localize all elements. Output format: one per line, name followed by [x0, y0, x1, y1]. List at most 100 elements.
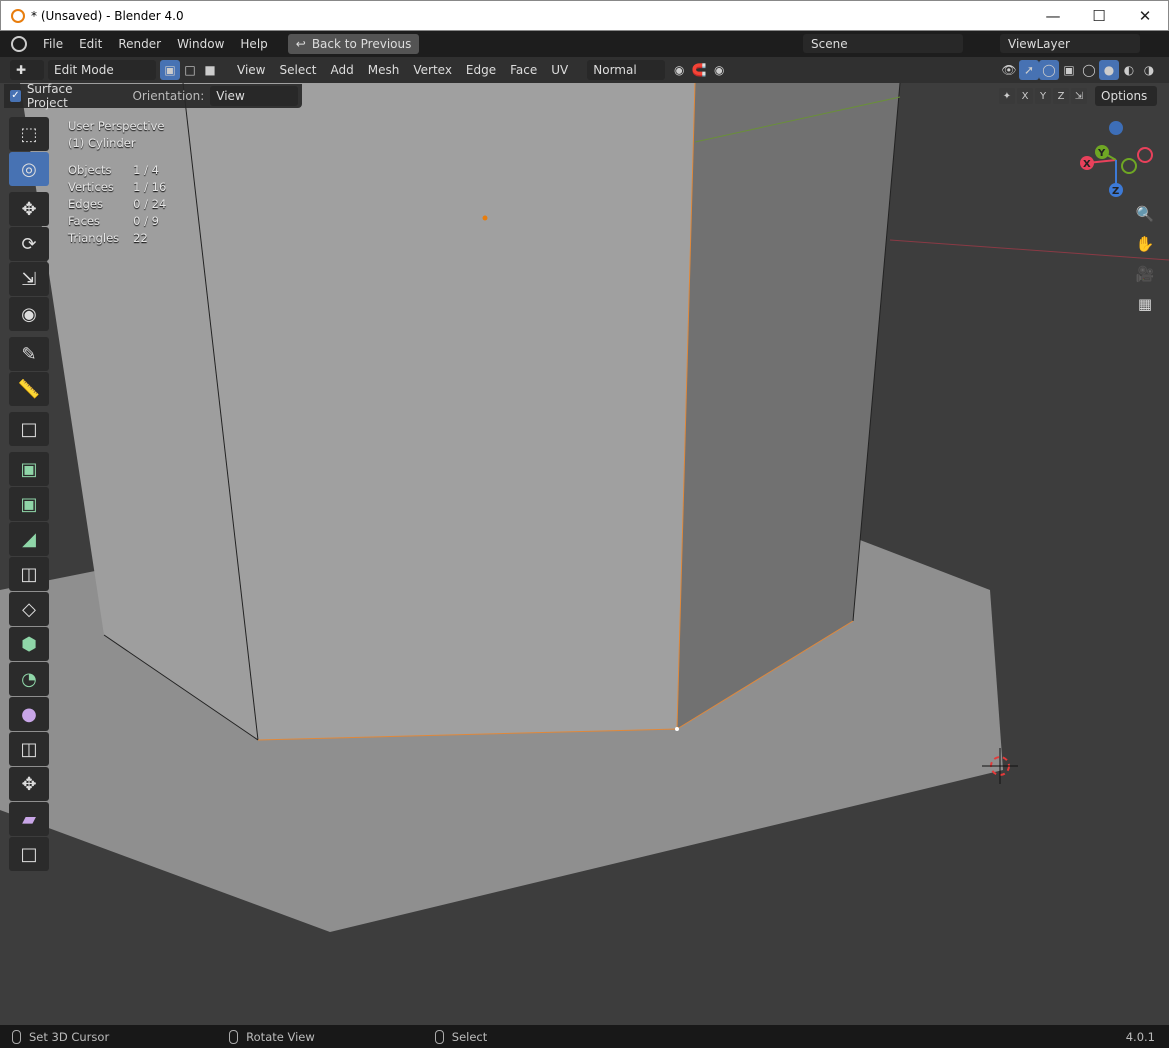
menu-add[interactable]: Add [324, 63, 361, 77]
orientation-dropdown[interactable]: View [210, 86, 298, 106]
navigation-gizmo[interactable]: X Y Z 🔍 ✋ 🎥 ▦ [1059, 117, 1169, 327]
transform-tool[interactable]: ◉ [9, 297, 49, 331]
gizmo-z-label: Z [1112, 186, 1119, 197]
transform-orientation-dropdown[interactable]: Normal [587, 60, 666, 80]
menu-mesh[interactable]: Mesh [361, 63, 407, 77]
edge-select-icon[interactable]: □ [180, 60, 200, 80]
shear-icon: ▰ [22, 808, 36, 830]
edge-slide-tool[interactable]: ◫ [9, 732, 49, 766]
move-icon: ✥ [21, 198, 37, 220]
edge-slide-icon: ◫ [20, 738, 38, 760]
inset-icon: ▣ [20, 493, 38, 515]
knife-tool[interactable]: ◇ [9, 592, 49, 626]
inset-tool[interactable]: ▣ [9, 487, 49, 521]
menu-vertex[interactable]: Vertex [406, 63, 459, 77]
menu-help[interactable]: Help [232, 37, 275, 51]
axis-x-toggle[interactable]: X [1017, 88, 1033, 104]
scene-selector[interactable]: Scene [803, 34, 963, 53]
shrink-fatten-tool[interactable]: ✥ [9, 767, 49, 801]
viewport-right-options: ✦ X Y Z ⇲ Options [999, 86, 1161, 106]
menu-render[interactable]: Render [110, 37, 169, 51]
annotate-icon: ✎ [21, 343, 37, 365]
material-shading-icon[interactable]: ◐ [1119, 60, 1139, 80]
surface-project-label: Surface Project [26, 82, 73, 110]
move-tool[interactable]: ✥ [9, 192, 49, 226]
view-layer-selector[interactable]: ViewLayer [1000, 34, 1140, 53]
axis-gizmo-icon[interactable]: X Y Z [1059, 117, 1169, 207]
origin-dot [482, 215, 488, 221]
auto-merge-icon[interactable]: ⇲ [1071, 88, 1087, 104]
status-set-cursor: Set 3D Cursor [29, 1029, 110, 1044]
add-cube-tool[interactable]: □ [9, 412, 49, 446]
menu-window[interactable]: Window [169, 37, 232, 51]
smooth-icon: ● [21, 703, 37, 725]
active-object-label: (1) Cylinder [68, 136, 136, 150]
viewport-info-overlay: User Perspective (1) Cylinder Objects 1 /… [68, 118, 180, 247]
poly-build-tool[interactable]: ⬢ [9, 627, 49, 661]
status-rotate-view: Rotate View [246, 1029, 315, 1044]
menu-edge[interactable]: Edge [459, 63, 503, 77]
status-select: Select [451, 1029, 488, 1044]
snap-icon[interactable]: 🧲 [689, 60, 709, 80]
perspective-grid-icon[interactable]: ▦ [1133, 292, 1157, 316]
minimize-button[interactable]: — [1030, 1, 1076, 31]
gizmo-y-label: Y [1097, 148, 1106, 159]
rendered-shading-icon[interactable]: ◑ [1139, 60, 1159, 80]
tool-options-bar: ✓ Surface Project Orientation: View [4, 82, 302, 110]
menu-file[interactable]: File [35, 37, 71, 51]
solid-shading-icon[interactable]: ● [1099, 60, 1119, 80]
stat-row: Edges 0 / 24 [68, 197, 167, 211]
pan-hand-icon[interactable]: ✋ [1133, 232, 1157, 256]
tool-bar: ⬚ ◎ ✥ ⟳ ⇲ ◉ ✎ 📏 □ ▣ ▣ ◢ ◫ ◇ ⬢ ◔ ● ◫ ✥ ▰ … [9, 117, 51, 872]
blender-menu-icon[interactable] [11, 36, 27, 52]
stat-row: Faces 0 / 9 [68, 214, 159, 228]
perspective-label: User Perspective [68, 119, 165, 133]
gizmo-icon[interactable]: ➚ [1019, 60, 1039, 80]
bevel-tool[interactable]: ◢ [9, 522, 49, 556]
shear-tool[interactable]: ▰ [9, 802, 49, 836]
maximize-button[interactable]: ☐ [1076, 1, 1122, 31]
surface-project-checkbox[interactable]: ✓ [10, 90, 21, 102]
pivot-icon[interactable]: ◉ [669, 60, 689, 80]
vertex-select-icon[interactable]: ▣ [160, 60, 180, 80]
wireframe-shading-icon[interactable]: ◯ [1079, 60, 1099, 80]
back-to-previous-button[interactable]: ↩ Back to Previous [287, 34, 420, 54]
close-button[interactable]: ✕ [1122, 1, 1168, 31]
face-select-icon[interactable]: ■ [200, 60, 220, 80]
knife-icon: ◇ [22, 598, 36, 620]
select-box-tool[interactable]: ⬚ [9, 117, 49, 151]
scale-tool[interactable]: ⇲ [9, 262, 49, 296]
camera-icon[interactable]: 🎥 [1133, 262, 1157, 286]
axis-z-toggle[interactable]: Z [1053, 88, 1069, 104]
version-label: 4.0.1 [1125, 1029, 1155, 1044]
smooth-tool[interactable]: ● [9, 697, 49, 731]
annotate-tool[interactable]: ✎ [9, 337, 49, 371]
overlay-icon[interactable]: ◯ [1039, 60, 1059, 80]
cursor-tool[interactable]: ◎ [9, 152, 49, 186]
menu-select[interactable]: Select [272, 63, 323, 77]
menu-view[interactable]: View [230, 63, 272, 77]
rotate-tool[interactable]: ⟳ [9, 227, 49, 261]
menu-face[interactable]: Face [503, 63, 544, 77]
cursor-icon: ◎ [21, 158, 37, 180]
spin-tool[interactable]: ◔ [9, 662, 49, 696]
editor-type-dropdown[interactable]: ✚ [10, 60, 44, 80]
loop-cut-tool[interactable]: ◫ [9, 557, 49, 591]
mode-dropdown[interactable]: Edit Mode [48, 60, 156, 80]
selected-vertex [675, 727, 679, 731]
xray-icon[interactable]: ▣ [1059, 60, 1079, 80]
zoom-icon[interactable]: 🔍 [1133, 202, 1157, 226]
visibility-icon[interactable]: 👁 [999, 60, 1019, 80]
menu-edit[interactable]: Edit [71, 37, 110, 51]
extrude-tool[interactable]: ▣ [9, 452, 49, 486]
menu-bar: File Edit Render Window Help ↩ Back to P… [0, 31, 1169, 57]
bevel-icon: ◢ [22, 528, 36, 550]
proportional-edit-icon[interactable]: ◉ [709, 60, 729, 80]
menu-uv[interactable]: UV [544, 63, 575, 77]
mirror-icon[interactable]: ✦ [999, 88, 1015, 104]
measure-tool[interactable]: 📏 [9, 372, 49, 406]
rip-region-tool[interactable]: □ [9, 837, 49, 871]
axis-y-toggle[interactable]: Y [1035, 88, 1051, 104]
options-dropdown[interactable]: Options [1095, 86, 1157, 106]
title-bar: * (Unsaved) - Blender 4.0 — ☐ ✕ [0, 0, 1169, 31]
